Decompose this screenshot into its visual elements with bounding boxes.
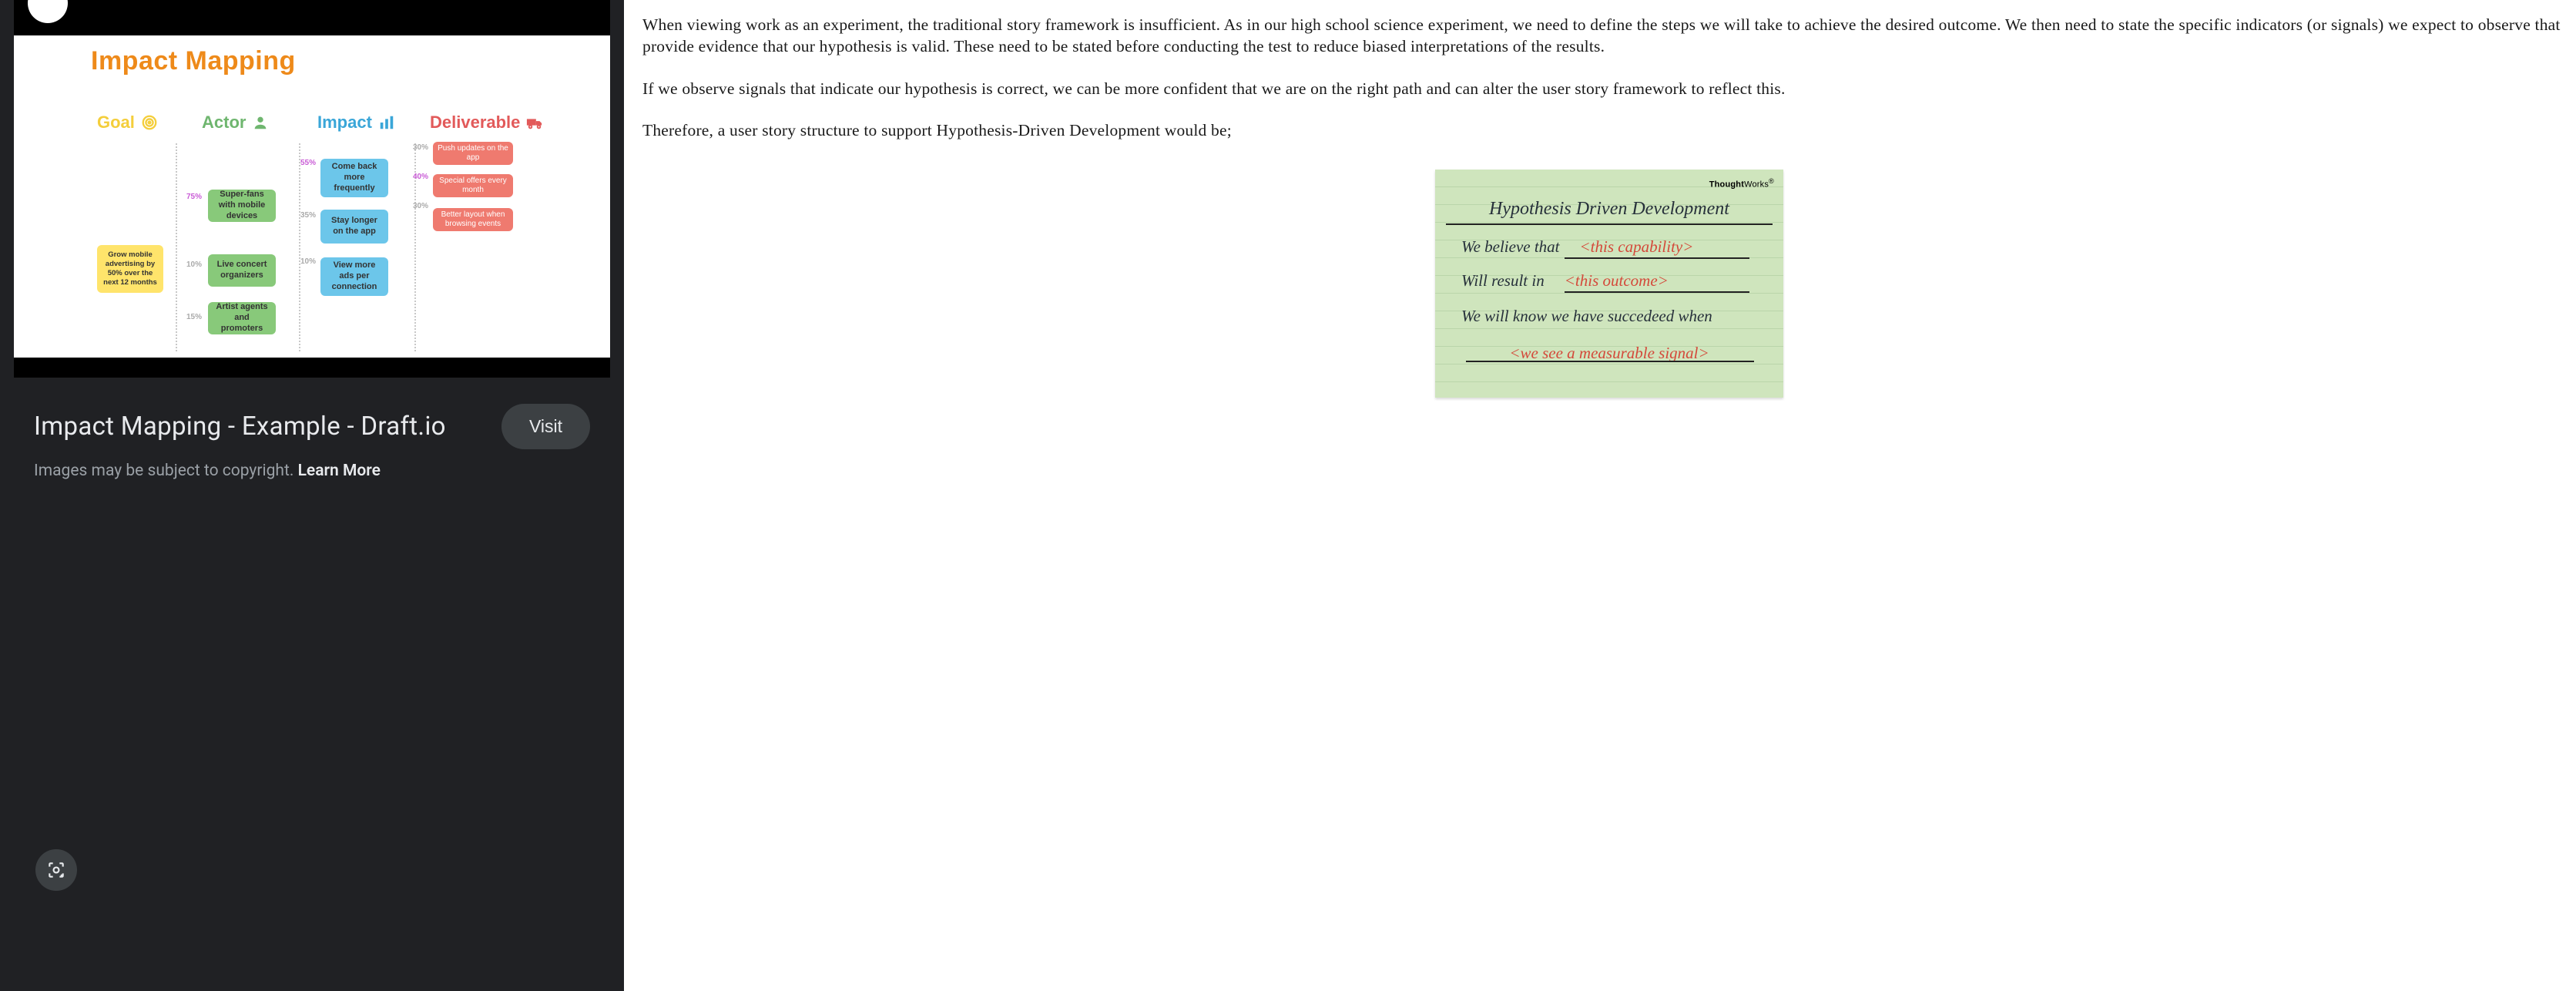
card-label: We believe that [1461, 237, 1560, 257]
card-title-rule [1446, 223, 1773, 225]
edge-weight: 30% [413, 143, 428, 152]
person-icon [252, 114, 269, 131]
deliverable-node: Push updates on the app [433, 142, 513, 165]
copyright-notice: Images may be subject to copyright. Lear… [0, 457, 624, 488]
google-lens-button[interactable] [35, 849, 77, 891]
edge-weight: 30% [413, 202, 428, 210]
actor-node: Artist agents and promoters [208, 302, 276, 334]
header-goal-label: Goal [97, 113, 135, 133]
impact-node: Stay longer on the app [320, 210, 388, 244]
actor-node: Super-fans with mobile devices [208, 190, 276, 222]
target-icon [141, 114, 158, 131]
column-separator [176, 143, 177, 351]
header-deliverable-label: Deliverable [430, 113, 520, 133]
edge-weight: 75% [186, 193, 202, 201]
deliverable-node: Better layout when browsing events [433, 208, 513, 231]
card-fill-capability: <this capability> [1580, 237, 1694, 257]
visit-button[interactable]: Visit [501, 404, 590, 449]
card-line-believe: We believe that <this capability> [1461, 237, 1693, 257]
header-goal: Goal [97, 113, 158, 133]
impact-node: Come back more frequently [320, 159, 388, 197]
article-paragraph: When viewing work as an experiment, the … [642, 14, 2576, 58]
header-impact-label: Impact [317, 113, 372, 133]
article-panel: When viewing work as an experiment, the … [624, 0, 2576, 991]
chart-icon [378, 114, 395, 131]
logo-rest: Works [1744, 180, 1769, 189]
header-impact: Impact [317, 113, 395, 133]
impact-node: View more ads per connection [320, 257, 388, 296]
article-paragraph: Therefore, a user story structure to sup… [642, 119, 2576, 141]
learn-more-link[interactable]: Learn More [298, 462, 381, 480]
card-line-know: We will know we have succedeed when [1461, 307, 1712, 326]
card-container: ThoughtWorks® Hypothesis Driven Developm… [642, 162, 2576, 398]
copyright-text: Images may be subject to copyright. [34, 462, 298, 480]
header-deliverable: Deliverable [430, 113, 543, 133]
image-preview-container: Impact Mapping Goal Actor Impact [14, 0, 610, 378]
card-line-result: Will result in <this outcome> [1461, 271, 1669, 291]
diagram-column-headers: Goal Actor Impact [14, 113, 610, 143]
header-actor: Actor [202, 113, 269, 133]
deliverable-node: Special offers every month [433, 174, 513, 197]
actor-node: Live concert organizers [208, 254, 276, 287]
article-paragraph: If we observe signals that indicate our … [642, 78, 2576, 99]
edge-weight: 10% [300, 257, 316, 266]
column-separator [299, 143, 300, 351]
header-actor-label: Actor [202, 113, 246, 133]
card-underline [1466, 361, 1754, 362]
card-underline [1565, 291, 1749, 293]
truck-icon [526, 114, 543, 131]
edge-weight: 10% [186, 260, 202, 269]
edge-weight: 35% [300, 211, 316, 220]
impact-mapping-diagram[interactable]: Impact Mapping Goal Actor Impact [14, 35, 610, 358]
image-viewer-panel: Impact Mapping Goal Actor Impact [0, 0, 624, 991]
hypothesis-index-card: ThoughtWorks® Hypothesis Driven Developm… [1435, 170, 1783, 398]
result-title: Impact Mapping - Example - Draft.io [34, 412, 446, 442]
edge-weight: 40% [413, 173, 428, 181]
card-underline [1565, 257, 1749, 259]
edge-weight: 15% [186, 313, 202, 321]
logo-bold: Thought [1709, 180, 1744, 189]
card-title: Hypothesis Driven Development [1435, 199, 1783, 220]
card-fill-outcome: <this outcome> [1565, 271, 1669, 291]
diagram-title: Impact Mapping [91, 46, 296, 76]
card-label: Will result in [1461, 271, 1545, 291]
lens-icon [46, 860, 66, 880]
thoughtworks-logo: ThoughtWorks® [1709, 177, 1774, 190]
edge-weight: 55% [300, 159, 316, 167]
goal-node: Grow mobile advertising by 50% over the … [97, 245, 163, 293]
result-header-row: Impact Mapping - Example - Draft.io Visi… [0, 378, 624, 457]
card-label: We will know we have succedeed when [1461, 307, 1712, 326]
